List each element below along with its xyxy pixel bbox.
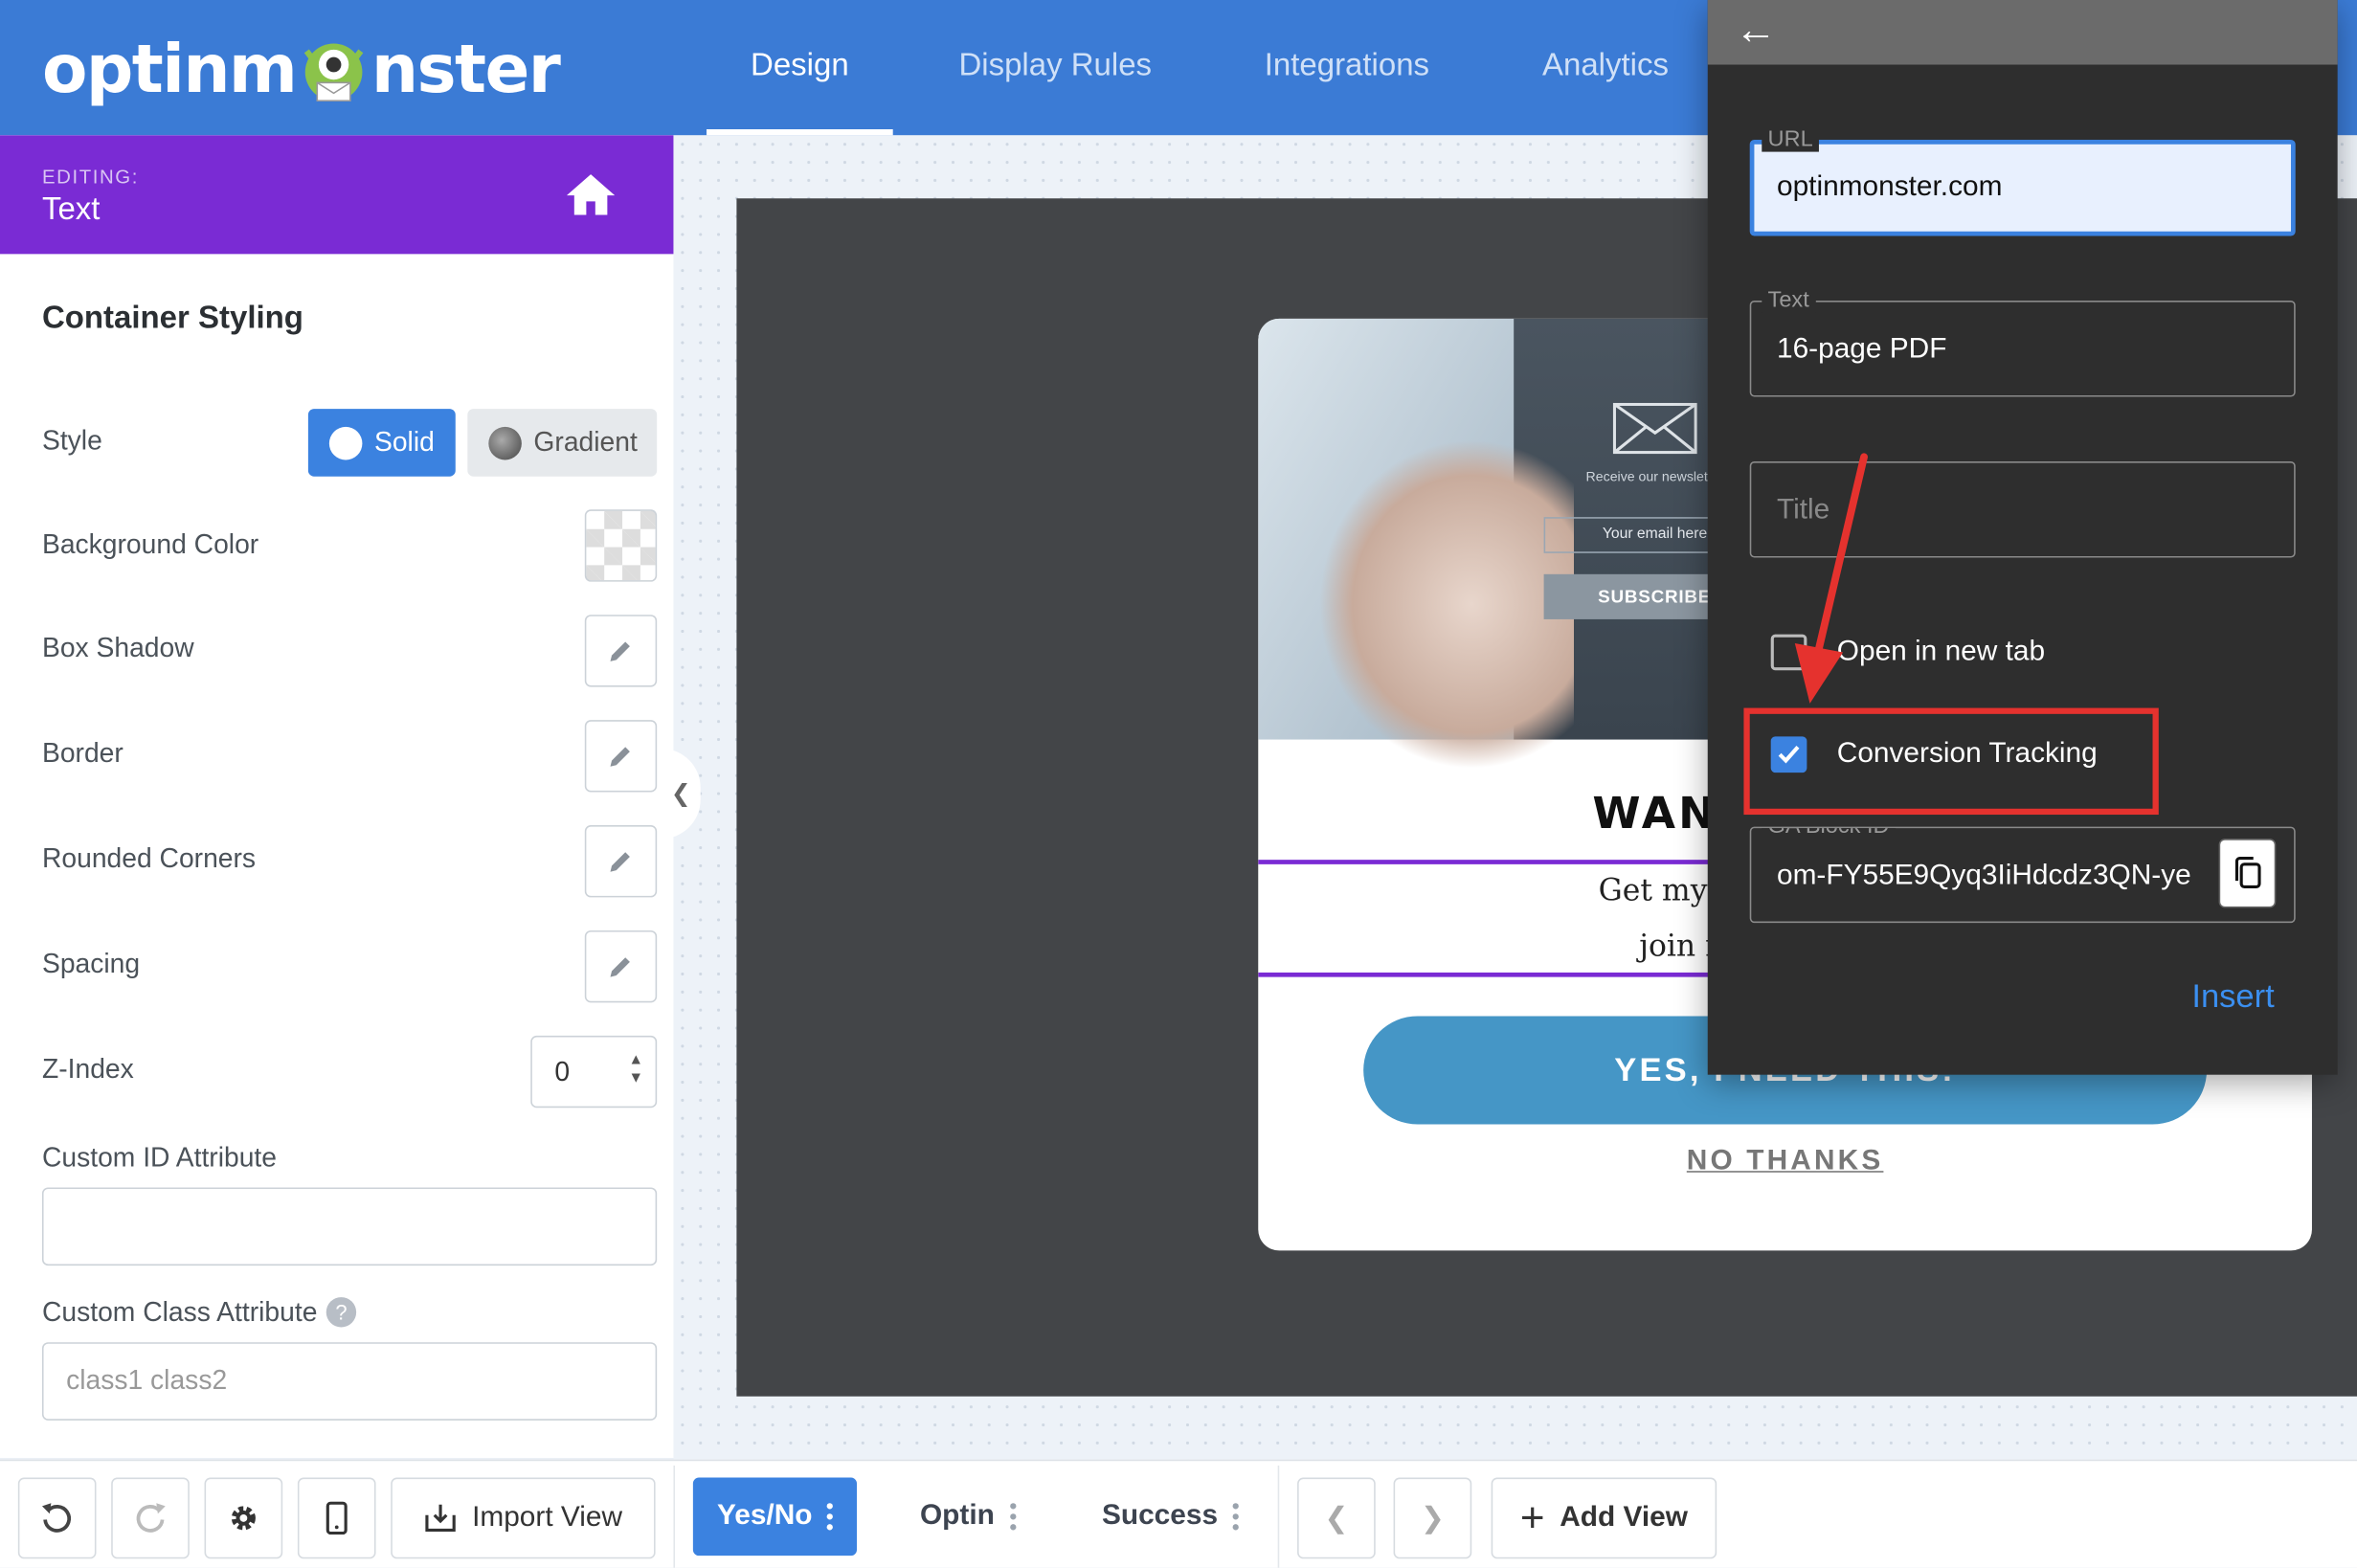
previous-view-button[interactable]: ❮ xyxy=(1297,1477,1376,1559)
undo-icon xyxy=(41,1503,72,1533)
zindex-value: 0 xyxy=(554,1056,571,1087)
help-icon[interactable]: ? xyxy=(325,1297,357,1328)
box-shadow-edit-button[interactable] xyxy=(584,615,658,687)
newsletter-caption: Receive our newslet xyxy=(1585,468,1708,484)
custom-class-label-row: Custom Class Attribute? xyxy=(41,1297,357,1329)
import-view-label: Import View xyxy=(472,1501,623,1534)
view-tab-label: Optin xyxy=(919,1500,995,1533)
style-gradient-button[interactable]: Gradient xyxy=(467,409,658,477)
box-shadow-label: Box Shadow xyxy=(41,633,194,663)
tab-integrations[interactable]: Integrations xyxy=(1233,0,1462,135)
spacing-edit-button[interactable] xyxy=(584,930,658,1003)
pencil-icon xyxy=(610,747,630,767)
settings-button[interactable] xyxy=(204,1477,283,1559)
gear-icon xyxy=(231,1506,256,1531)
no-thanks-link[interactable]: NO THANKS xyxy=(1258,1145,2312,1178)
monster-mascot-icon xyxy=(303,43,364,101)
zindex-label: Z-Index xyxy=(41,1053,134,1085)
view-tab-label: Yes/No xyxy=(716,1500,813,1533)
mobile-preview-button[interactable] xyxy=(297,1477,376,1559)
text-field[interactable]: Text 16-page PDF xyxy=(1749,286,2296,397)
hand-image xyxy=(1318,438,1574,770)
tab-design[interactable]: Design xyxy=(706,0,893,136)
add-view-label: Add View xyxy=(1560,1501,1688,1534)
envelope-icon xyxy=(1612,402,1697,455)
solid-dot-icon xyxy=(328,426,363,459)
back-arrow-icon[interactable]: ← xyxy=(1735,6,1777,54)
redo-button[interactable] xyxy=(111,1477,190,1559)
logo-text-right: nster xyxy=(370,31,561,108)
spacing-label: Spacing xyxy=(41,948,141,979)
copy-button[interactable] xyxy=(2218,839,2277,908)
import-icon xyxy=(425,1504,456,1533)
custom-id-input[interactable] xyxy=(41,1187,658,1266)
editing-label: EDITING: xyxy=(41,165,139,189)
solid-label: Solid xyxy=(373,426,435,458)
gradient-dot-icon xyxy=(488,426,522,459)
border-label: Border xyxy=(41,737,123,769)
url-field[interactable]: URL optinmonster.com xyxy=(1749,125,2296,236)
view-tab-yes-no[interactable]: Yes/No xyxy=(692,1477,858,1557)
annotation-arrow-icon xyxy=(1794,453,1868,704)
chevron-left-icon: ❮ xyxy=(1324,1502,1349,1534)
style-solid-button[interactable]: Solid xyxy=(307,409,456,477)
ga-block-id-label: GA Block ID xyxy=(1762,828,1896,840)
import-view-button[interactable]: Import View xyxy=(391,1477,656,1559)
custom-class-label: Custom Class Attribute xyxy=(41,1297,318,1328)
rounded-corners-label: Rounded Corners xyxy=(41,842,257,874)
zindex-stepper-icon[interactable]: ▲ ▼ xyxy=(628,1052,643,1088)
logo-text-left: optinm xyxy=(41,31,298,108)
style-label: Style xyxy=(41,425,102,456)
pencil-icon xyxy=(610,641,630,661)
optinmonster-logo[interactable]: optinm nster xyxy=(41,27,561,111)
undo-button[interactable] xyxy=(17,1477,97,1559)
text-label: Text xyxy=(1762,286,1816,313)
home-icon[interactable] xyxy=(565,171,616,216)
editing-value: Text xyxy=(41,191,101,228)
rounded-corners-edit-button[interactable] xyxy=(584,825,658,898)
copy-icon xyxy=(2234,857,2261,888)
background-color-swatch[interactable] xyxy=(584,509,658,582)
next-view-button[interactable]: ❯ xyxy=(1393,1477,1472,1559)
zindex-input[interactable]: 0 ▲ ▼ xyxy=(530,1035,658,1109)
url-label: URL xyxy=(1762,125,1819,152)
plus-icon: + xyxy=(1519,1493,1545,1541)
border-edit-button[interactable] xyxy=(584,720,658,793)
kebab-menu-icon[interactable] xyxy=(1009,1503,1016,1531)
view-tab-success[interactable]: Success xyxy=(1101,1478,1240,1557)
add-view-button[interactable]: + Add View xyxy=(1491,1477,1717,1559)
mobile-icon xyxy=(325,1501,348,1535)
toolbar-divider xyxy=(1277,1465,1280,1568)
view-tab-label: Success xyxy=(1101,1500,1219,1533)
custom-class-input[interactable]: class1 class2 xyxy=(41,1342,658,1421)
background-color-label: Background Color xyxy=(41,528,259,560)
pencil-icon xyxy=(610,852,630,872)
insert-link-button[interactable]: Insert xyxy=(2191,977,2274,1017)
image-subscribe-button: SUBSCRIBE xyxy=(1543,573,1725,619)
ga-block-id-value: om-FY55E9Qyq3IiHdcdz3QN-ye xyxy=(1776,860,2191,892)
view-tab-optin[interactable]: Optin xyxy=(920,1478,1016,1557)
dialog-header xyxy=(1707,0,2338,65)
annotation-highlight-box xyxy=(1743,707,2159,816)
kebab-menu-icon[interactable] xyxy=(1232,1503,1240,1531)
url-value: optinmonster.com xyxy=(1776,171,2003,203)
image-email-field: Your email here xyxy=(1543,517,1725,553)
ga-block-id-field[interactable]: GA Block ID om-FY55E9Qyq3IiHdcdz3QN-ye xyxy=(1749,826,2296,924)
chevron-right-icon: ❯ xyxy=(1420,1502,1445,1534)
toolbar-divider xyxy=(673,1465,676,1568)
custom-id-label: Custom ID Attribute xyxy=(41,1142,278,1173)
gradient-label: Gradient xyxy=(533,426,638,458)
text-value: 16-page PDF xyxy=(1776,333,1947,366)
pencil-icon xyxy=(610,957,630,977)
section-title: Container Styling xyxy=(41,301,303,336)
tab-display-rules[interactable]: Display Rules xyxy=(932,0,1179,135)
redo-icon xyxy=(136,1503,166,1533)
tab-analytics[interactable]: Analytics xyxy=(1518,0,1693,135)
kebab-menu-icon[interactable] xyxy=(827,1503,834,1531)
